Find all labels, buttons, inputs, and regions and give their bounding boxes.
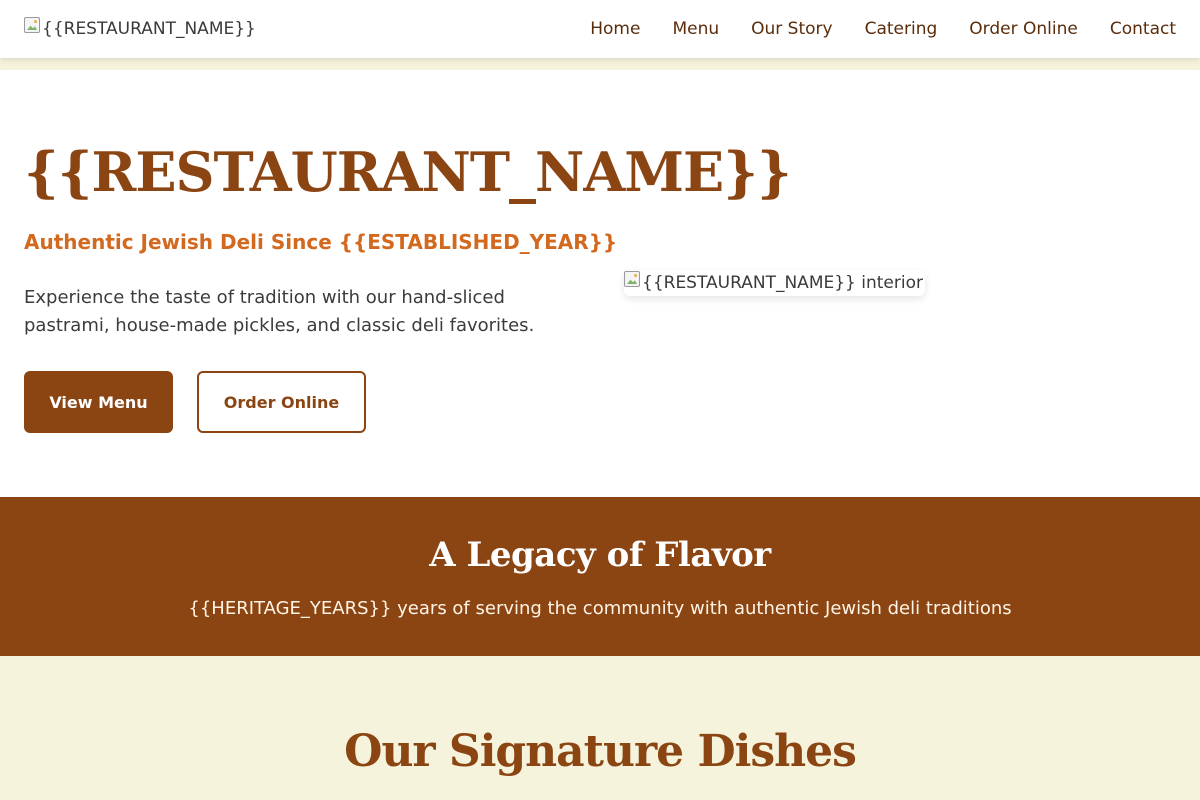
signature-dishes-section: Our Signature Dishes bbox=[0, 656, 1200, 800]
signature-dishes-title: Our Signature Dishes bbox=[344, 726, 857, 777]
logo-link[interactable]: {{RESTAURANT_NAME}} bbox=[24, 17, 256, 39]
broken-image-icon bbox=[624, 271, 640, 287]
header-accent-strip bbox=[0, 58, 1200, 70]
order-online-button[interactable]: Order Online bbox=[197, 371, 366, 433]
hero-section: {{RESTAURANT_NAME}} Authentic Jewish Del… bbox=[0, 70, 1200, 497]
nav-contact[interactable]: Contact bbox=[1110, 19, 1176, 39]
broken-image-icon bbox=[24, 17, 40, 33]
logo-alt-text: {{RESTAURANT_NAME}} bbox=[42, 19, 256, 39]
nav-catering[interactable]: Catering bbox=[865, 19, 938, 39]
legacy-text: {{HERITAGE_YEARS}} years of serving the … bbox=[188, 598, 1012, 619]
hero-tagline: Authentic Jewish Deli Since {{ESTABLISHE… bbox=[24, 230, 618, 254]
hero-image: {{RESTAURANT_NAME}} interior bbox=[624, 270, 925, 296]
nav-menu[interactable]: Menu bbox=[672, 19, 719, 39]
nav-order-online[interactable]: Order Online bbox=[969, 19, 1078, 39]
legacy-section: A Legacy of Flavor {{HERITAGE_YEARS}} ye… bbox=[0, 497, 1200, 656]
hero-title: {{RESTAURANT_NAME}} bbox=[24, 140, 792, 204]
hero-image-alt-text: {{RESTAURANT_NAME}} interior bbox=[642, 273, 923, 293]
nav-home[interactable]: Home bbox=[590, 19, 640, 39]
legacy-title: A Legacy of Flavor bbox=[429, 535, 771, 575]
main-nav: Home Menu Our Story Catering Order Onlin… bbox=[590, 19, 1176, 39]
site-header: {{RESTAURANT_NAME}} Home Menu Our Story … bbox=[0, 0, 1200, 58]
view-menu-button[interactable]: View Menu bbox=[24, 371, 173, 433]
nav-our-story[interactable]: Our Story bbox=[751, 19, 832, 39]
hero-description: Experience the taste of tradition with o… bbox=[24, 287, 535, 336]
